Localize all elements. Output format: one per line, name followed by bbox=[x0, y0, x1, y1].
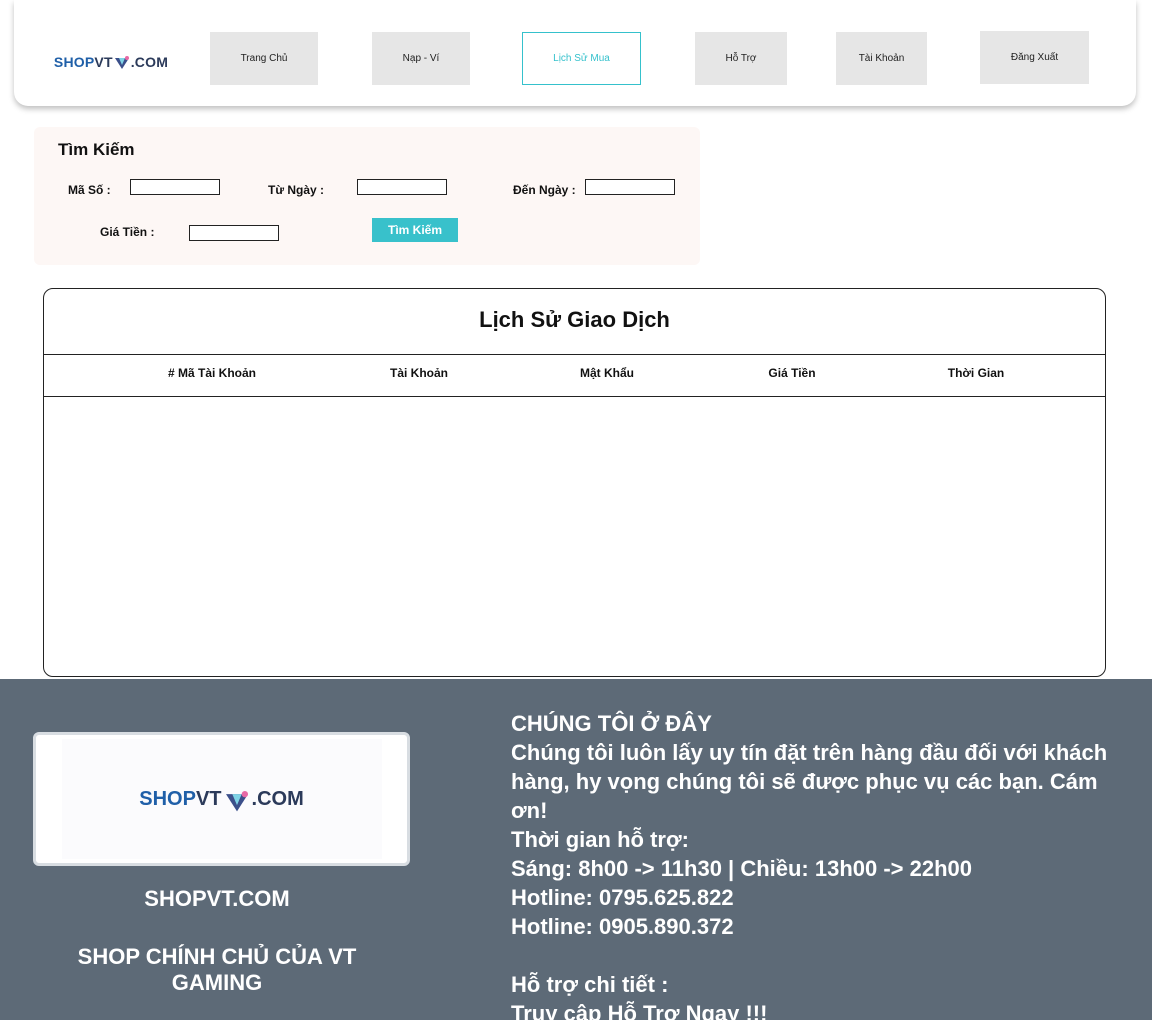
footer-message: Chúng tôi luôn lấy uy tín đặt trên hàng … bbox=[511, 740, 1108, 823]
search-button[interactable]: Tìm Kiếm bbox=[372, 218, 458, 242]
footer-logo: SHOP VT .COM bbox=[33, 732, 410, 866]
footer-hours: Sáng: 8h00 -> 11h30 | Chiều: 13h00 -> 22… bbox=[511, 856, 973, 881]
footer-heading: CHÚNG TÔI Ở ĐÂY bbox=[511, 711, 712, 736]
id-label: Mã Số : bbox=[68, 183, 111, 197]
price-input[interactable] bbox=[189, 225, 279, 241]
to-date-input[interactable] bbox=[585, 179, 675, 195]
footer-access-prefix: Truy cập bbox=[511, 1001, 608, 1026]
to-date-label: Đến Ngày : bbox=[513, 183, 576, 197]
nav-home-button[interactable]: Trang Chủ bbox=[210, 32, 318, 85]
column-header-account: Tài Khoản bbox=[389, 366, 448, 380]
logo-vt-text: VT bbox=[195, 787, 222, 810]
logo-com-text: .COM bbox=[251, 787, 304, 810]
nav-account-button[interactable]: Tài Khoản bbox=[836, 32, 927, 85]
logo-com-text: .COM bbox=[130, 54, 169, 70]
logo-shop-text: SHOP bbox=[139, 787, 196, 810]
support-now-link[interactable]: Hỗ Trợ Ngay !!! bbox=[608, 1001, 768, 1026]
nav-logout-button[interactable]: Đăng Xuất bbox=[980, 31, 1089, 84]
footer-site-name: SHOPVT.COM bbox=[144, 886, 290, 911]
logo-vt-text: VT bbox=[94, 54, 113, 70]
footer-detail-label: Hỗ trợ chi tiết : bbox=[511, 972, 669, 997]
column-header-price: Giá Tiền bbox=[768, 366, 816, 380]
site-logo[interactable]: SHOP VT .COM bbox=[51, 37, 171, 87]
from-date-input[interactable] bbox=[357, 179, 447, 195]
column-header-account-id: # Mã Tài Khoản bbox=[167, 366, 256, 380]
divider bbox=[44, 396, 1105, 397]
column-header-password: Mật Khẩu bbox=[580, 366, 634, 380]
nav-support-button[interactable]: Hỗ Trợ bbox=[695, 32, 787, 85]
transaction-history-table: Lịch Sử Giao Dịch # Mã Tài Khoản Tài Kho… bbox=[43, 288, 1106, 677]
footer-hotline-2: Hotline: 0905.890.372 bbox=[511, 914, 734, 939]
site-header: SHOP VT .COM Trang Chủ Nạp - Ví Lịch Sử … bbox=[14, 0, 1136, 106]
footer-hotline-1: Hotline: 0795.625.822 bbox=[511, 885, 734, 910]
footer-contact-info: CHÚNG TÔI Ở ĐÂY Chúng tôi luôn lấy uy tí… bbox=[511, 709, 1131, 1028]
nav-purchase-history-button[interactable]: Lịch Sử Mua bbox=[522, 32, 641, 85]
search-panel: Tìm Kiếm Mã Số : Từ Ngày : Đến Ngày : Gi… bbox=[34, 127, 700, 265]
divider bbox=[44, 354, 1105, 355]
nav-wallet-button[interactable]: Nạp - Ví bbox=[372, 32, 470, 85]
from-date-label: Từ Ngày : bbox=[268, 183, 325, 197]
footer-tagline: SHOP CHÍNH CHỦ CỦA VT GAMING bbox=[77, 944, 357, 995]
site-footer: SHOP VT .COM SHOPVT.COM SHOP CHÍNH CHỦ C… bbox=[0, 679, 1152, 1026]
column-header-time: Thời Gian bbox=[947, 366, 1005, 380]
logo-shop-text: SHOP bbox=[53, 54, 95, 70]
search-title: Tìm Kiếm bbox=[58, 140, 135, 159]
history-title: Lịch Sử Giao Dịch bbox=[479, 307, 670, 332]
footer-logo-image: SHOP VT .COM bbox=[61, 739, 382, 859]
diamond-icon bbox=[224, 791, 250, 813]
price-label: Giá Tiền : bbox=[100, 225, 155, 239]
id-input[interactable] bbox=[130, 179, 220, 195]
diamond-icon bbox=[114, 56, 130, 70]
footer-hours-label: Thời gian hỗ trợ: bbox=[511, 827, 689, 852]
footer-access-line: Truy cập Hỗ Trợ Ngay !!! bbox=[511, 999, 1131, 1028]
